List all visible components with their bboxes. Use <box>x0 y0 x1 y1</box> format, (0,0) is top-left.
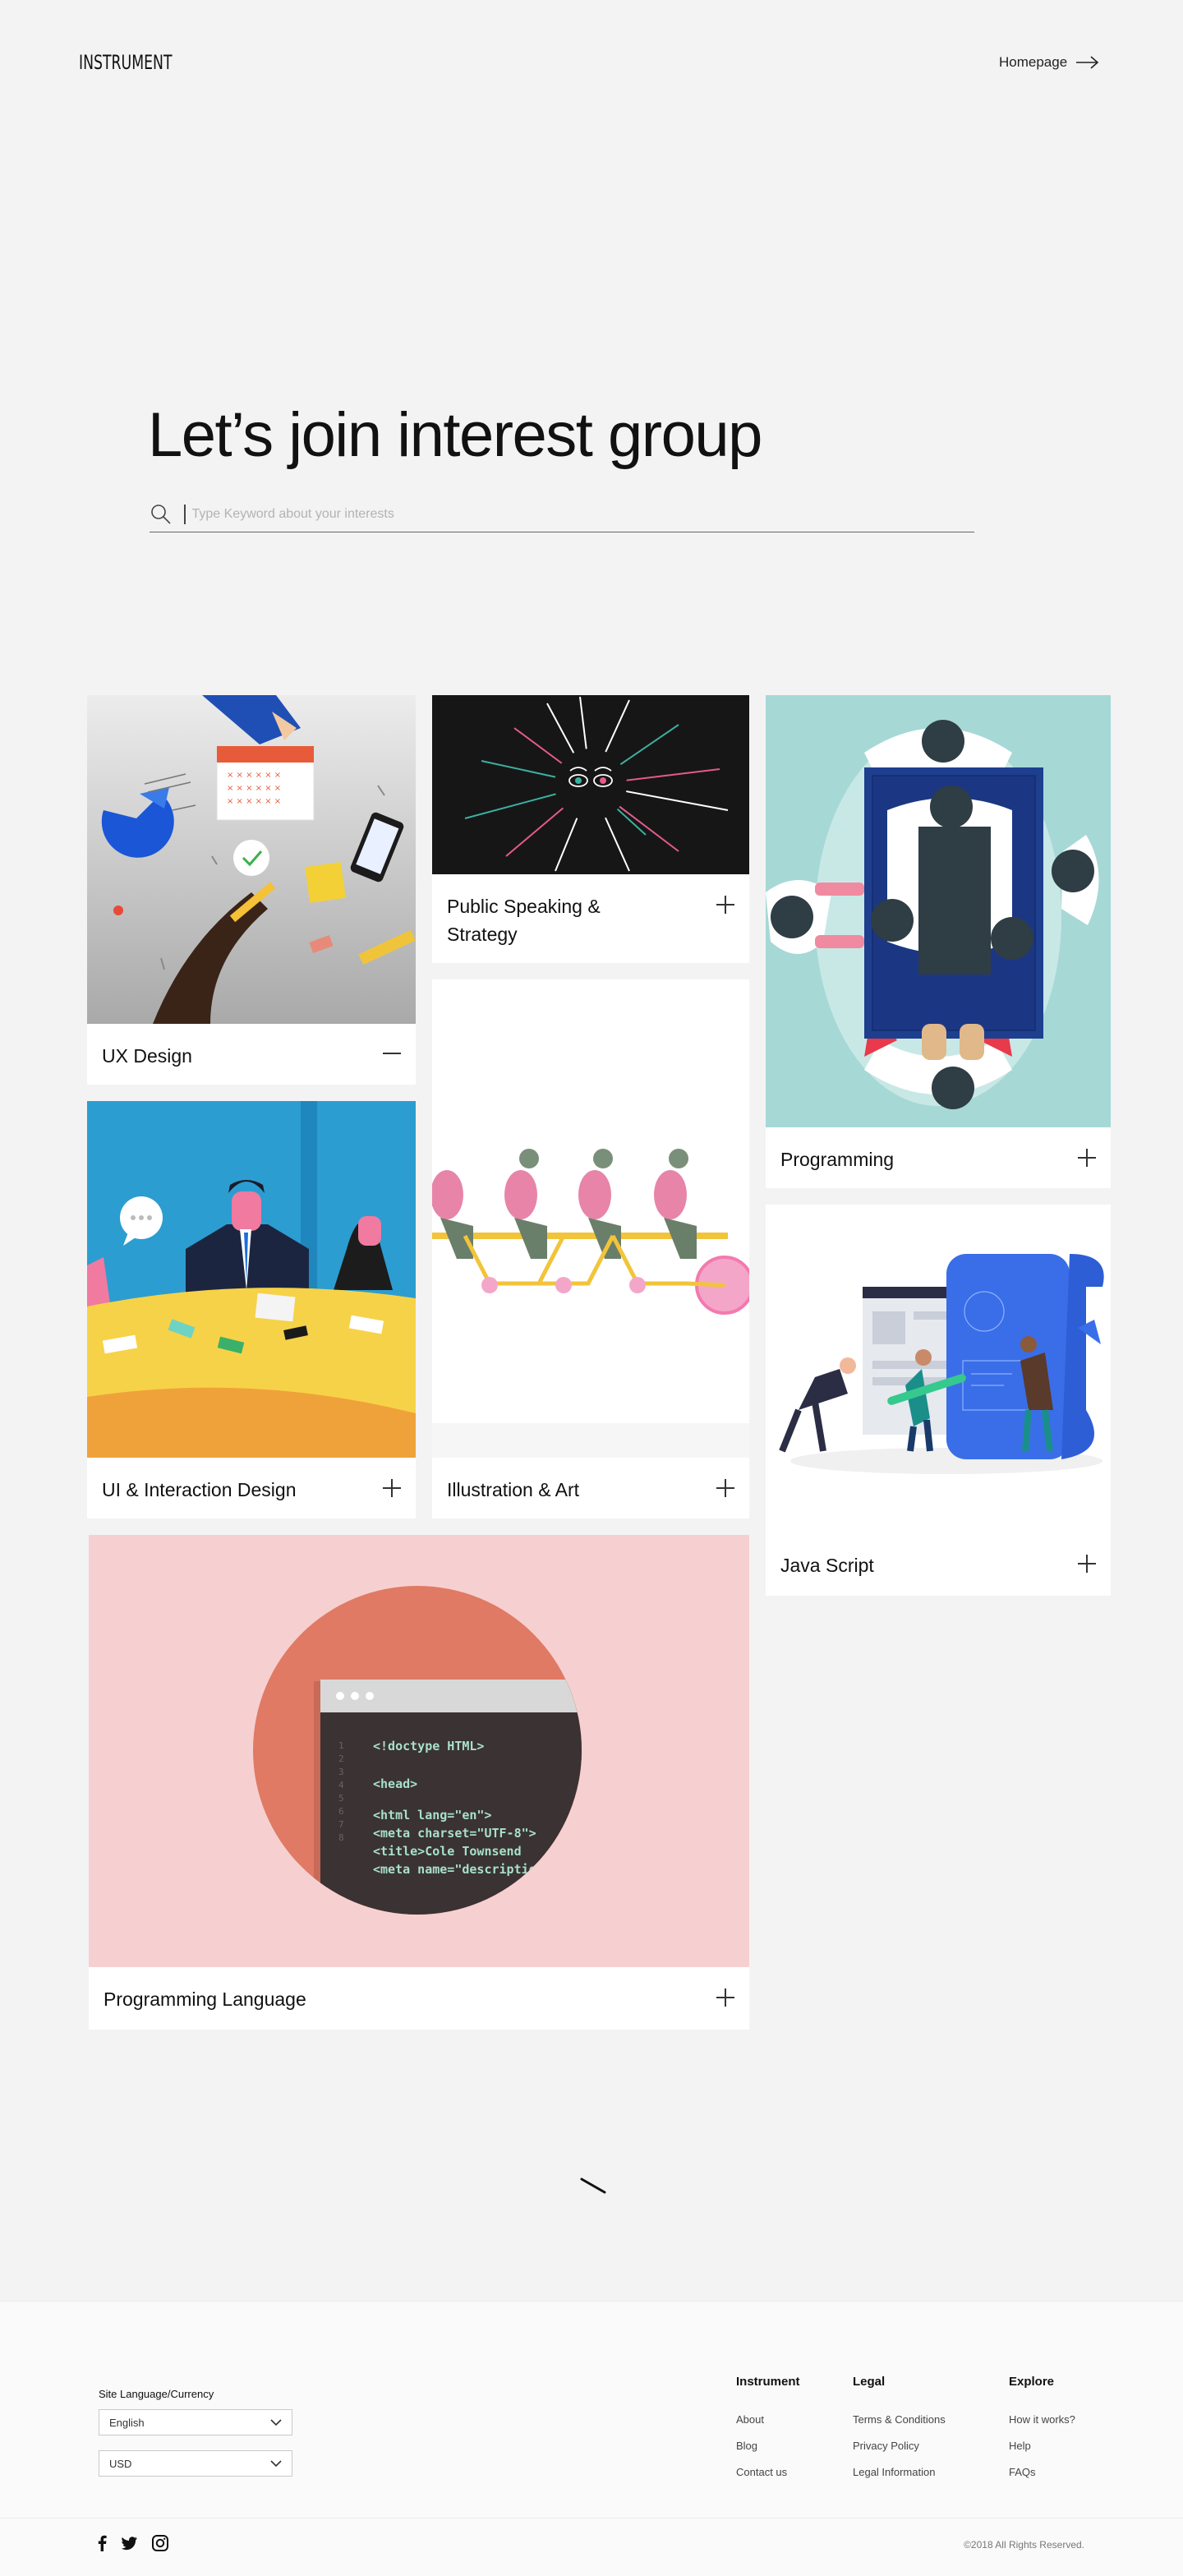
facebook-icon[interactable] <box>94 2534 112 2552</box>
footer-link-faqs[interactable]: FAQs <box>1009 2466 1036 2478</box>
footer-link-blog[interactable]: Blog <box>736 2440 757 2452</box>
code-line-number: 3 <box>338 1767 344 1777</box>
code-line: <meta name="description <box>373 1862 544 1877</box>
interest-card-javascript[interactable]: Java Script <box>766 1205 1111 1596</box>
currency-select[interactable]: USD <box>99 2450 292 2477</box>
card-label: Public Speaking & Strategy <box>447 896 601 945</box>
logo[interactable]: INSTRUMENT <box>79 51 173 74</box>
footer-link-help[interactable]: Help <box>1009 2440 1031 2452</box>
code-line-number: 7 <box>338 1819 344 1830</box>
footer-link-contact[interactable]: Contact us <box>736 2466 787 2478</box>
card-label: Illustration & Art <box>447 1479 580 1500</box>
footer-link-terms[interactable]: Terms & Conditions <box>853 2413 946 2426</box>
interest-card-public-speaking[interactable]: Public Speaking & Strategy <box>432 695 749 963</box>
ui-interaction-illustration <box>87 1101 416 1458</box>
interest-card-ux-design[interactable]: × × × × × × × × × × × × × × × × × × UX D… <box>87 695 416 1085</box>
copyright-text: ©2018 All Rights Reserved. <box>964 2539 1084 2551</box>
code-line: <title>Cole Townsend <box>373 1844 522 1859</box>
illustration-art-illustration <box>432 979 749 1458</box>
expand-icon[interactable] <box>1078 1149 1096 1167</box>
search-icon <box>151 504 171 524</box>
footer-column-title-legal: Legal <box>853 2375 886 2389</box>
expand-icon[interactable] <box>716 1479 734 1497</box>
code-line: <head> <box>373 1776 417 1791</box>
card-label: Programming Language <box>104 1988 306 2010</box>
code-line-number: 1 <box>338 1740 344 1751</box>
expand-icon[interactable] <box>1078 1555 1096 1573</box>
card-label: UX Design <box>102 1045 192 1067</box>
interest-card-programming-language[interactable]: 1 2 3 4 5 6 7 8 <!doctype HTML> <head> <… <box>89 1535 749 2030</box>
svg-text:× × × × × ×: × × × × × × <box>227 797 281 806</box>
svg-text:× × × × × ×: × × × × × × <box>227 771 281 780</box>
chevron-down-icon <box>270 2460 282 2468</box>
footer-column-title-explore: Explore <box>1009 2375 1055 2389</box>
chevron-down-icon <box>270 2419 282 2426</box>
code-line-number: 6 <box>338 1806 344 1817</box>
language-select[interactable]: English <box>99 2409 292 2435</box>
public-speaking-illustration <box>432 695 749 874</box>
programming-illustration <box>766 695 1111 1127</box>
javascript-illustration <box>766 1205 1111 1533</box>
search-input[interactable] <box>191 506 932 522</box>
footer <box>0 2301 1183 2576</box>
programming-language-illustration: 1 2 3 4 5 6 7 8 <!doctype HTML> <head> <… <box>89 1535 749 1967</box>
loading-spinner-icon <box>580 2177 606 2194</box>
language-select-value: English <box>109 2416 145 2429</box>
card-label: Programming <box>780 1149 895 1170</box>
site-language-label: Site Language/Currency <box>99 2388 214 2400</box>
code-line-number: 4 <box>338 1780 344 1790</box>
card-label: Java Script <box>780 1555 874 1576</box>
search-bar <box>150 496 974 532</box>
code-line: <!doctype HTML> <box>373 1739 484 1753</box>
collapse-icon[interactable] <box>383 1044 401 1062</box>
code-line-number: 5 <box>338 1793 344 1804</box>
footer-column-title-instrument: Instrument <box>736 2375 800 2389</box>
svg-text:× × × × × ×: × × × × × × <box>227 784 281 793</box>
footer-link-about[interactable]: About <box>736 2413 764 2426</box>
ux-design-illustration: × × × × × × × × × × × × × × × × × × <box>87 695 416 1024</box>
footer-link-legal-info[interactable]: Legal Information <box>853 2466 935 2478</box>
card-label: UI & Interaction Design <box>102 1479 297 1500</box>
expand-icon[interactable] <box>383 1479 401 1497</box>
code-line-number: 2 <box>338 1753 344 1764</box>
code-line: <html lang="en"> <box>373 1808 492 1823</box>
code-line: <meta charset="UTF-8"> <box>373 1826 536 1841</box>
interest-card-programming[interactable]: Programming <box>766 695 1111 1188</box>
code-line-number: 8 <box>338 1832 344 1843</box>
expand-icon[interactable] <box>716 1988 734 2007</box>
homepage-link[interactable]: Homepage <box>999 54 1100 71</box>
page-title: Let’s join interest group <box>148 400 762 470</box>
arrow-right-icon <box>1076 56 1099 69</box>
homepage-link-label: Homepage <box>999 54 1068 70</box>
footer-link-privacy[interactable]: Privacy Policy <box>853 2440 919 2452</box>
interest-card-ui-interaction[interactable]: UI & Interaction Design <box>87 1101 416 1518</box>
expand-icon[interactable] <box>716 896 734 914</box>
currency-select-value: USD <box>109 2457 132 2470</box>
twitter-icon[interactable] <box>120 2534 138 2552</box>
text-caret <box>184 504 186 524</box>
footer-link-how-it-works[interactable]: How it works? <box>1009 2413 1075 2426</box>
instagram-icon[interactable] <box>151 2534 169 2552</box>
interest-card-illustration-art[interactable]: Illustration & Art <box>432 979 749 1518</box>
